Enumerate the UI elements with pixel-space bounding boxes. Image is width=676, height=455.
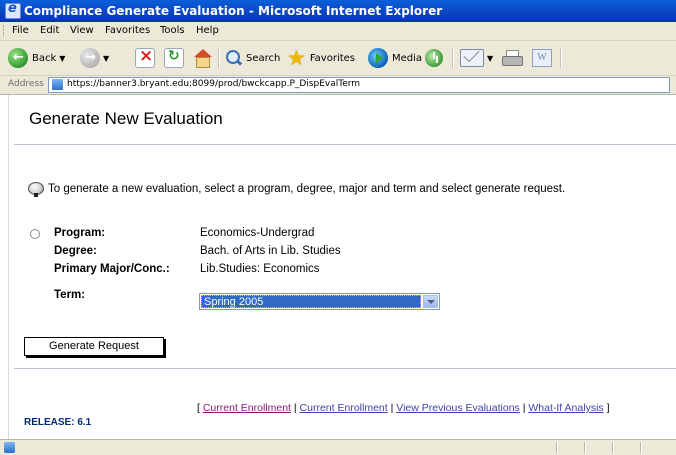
info-message: To generate a new evaluation, select a p… xyxy=(28,182,566,197)
print-icon xyxy=(502,50,523,66)
forward-button[interactable]: → ▼ xyxy=(80,41,109,75)
info-lightbulb-icon xyxy=(28,182,44,197)
menu-favorites[interactable]: Favorites xyxy=(105,25,150,36)
link-current-enrollment-2[interactable]: Current Enrollment xyxy=(300,402,388,414)
generate-request-button[interactable]: Generate Request xyxy=(24,337,164,356)
major-value: Lib.Studies: Economics xyxy=(200,263,320,275)
status-bar xyxy=(0,439,676,455)
page-title: Generate New Evaluation xyxy=(29,109,223,128)
address-input[interactable]: https://banner3.bryant.edu:8099/prod/bwc… xyxy=(48,77,670,93)
mail-icon xyxy=(460,49,484,67)
program-value: Economics-Undergrad xyxy=(200,227,315,239)
back-button[interactable]: ← Back ▼ xyxy=(8,41,65,75)
link-separator: | xyxy=(390,402,394,414)
menu-bar: File Edit View Favorites Tools Help xyxy=(0,22,676,41)
menu-edit[interactable]: Edit xyxy=(40,25,59,36)
back-label: Back xyxy=(32,52,57,64)
page-icon xyxy=(52,79,63,90)
program-radio[interactable] xyxy=(30,229,40,239)
left-border xyxy=(8,95,9,439)
term-label: Term: xyxy=(54,289,86,301)
status-separator xyxy=(612,442,613,453)
menu-file[interactable]: File xyxy=(12,25,29,36)
back-dropdown-icon[interactable]: ▼ xyxy=(59,54,65,63)
search-button[interactable]: Search xyxy=(226,41,280,75)
address-label: Address xyxy=(8,79,44,89)
toolbar-separator xyxy=(560,48,561,68)
stop-icon xyxy=(135,46,155,68)
link-separator: | xyxy=(293,402,297,414)
address-bar: Address https://banner3.bryant.edu:8099/… xyxy=(0,76,676,95)
mail-button[interactable]: ▼ xyxy=(460,41,493,75)
link-view-previous-evaluations[interactable]: View Previous Evaluations xyxy=(396,402,520,414)
history-button[interactable] xyxy=(425,41,443,75)
menu-tools[interactable]: Tools xyxy=(160,25,185,36)
favorites-label: Favorites xyxy=(309,52,355,64)
address-url[interactable]: https://banner3.bryant.edu:8099/prod/bwc… xyxy=(67,79,360,89)
link-what-if-analysis[interactable]: What-If Analysis xyxy=(528,402,603,414)
divider xyxy=(14,144,676,145)
bracket-close: ] xyxy=(606,402,610,414)
link-separator: | xyxy=(522,402,526,414)
toolbar-separator xyxy=(218,48,219,68)
page-status-icon xyxy=(4,442,15,453)
footer-links: [ Current Enrollment | Current Enrollmen… xyxy=(197,402,610,414)
degree-label: Degree: xyxy=(54,245,97,257)
print-button[interactable] xyxy=(502,41,523,75)
stop-button[interactable] xyxy=(135,41,155,75)
back-arrow-icon: ← xyxy=(8,48,28,68)
status-separator xyxy=(556,442,557,453)
status-separator xyxy=(640,442,641,453)
program-label: Program: xyxy=(54,227,106,239)
window-title-bar[interactable]: Compliance Generate Evaluation - Microso… xyxy=(0,0,676,22)
internet-explorer-icon xyxy=(5,1,21,19)
menu-view[interactable]: View xyxy=(70,25,94,36)
major-label: Primary Major/Conc.: xyxy=(54,263,170,275)
page-content: Generate New Evaluation To generate a ne… xyxy=(0,95,676,439)
forward-dropdown-icon[interactable]: ▼ xyxy=(103,54,109,63)
link-current-enrollment[interactable]: Current Enrollment xyxy=(203,402,291,414)
divider xyxy=(14,368,676,369)
refresh-button[interactable] xyxy=(164,41,184,75)
bracket-open: [ xyxy=(197,402,200,414)
menu-help[interactable]: Help xyxy=(196,25,219,36)
edit-word-button[interactable]: W xyxy=(532,41,552,75)
forward-arrow-icon: → xyxy=(80,48,100,68)
media-button[interactable]: Media xyxy=(368,41,422,75)
search-label: Search xyxy=(246,52,281,64)
refresh-icon xyxy=(164,48,184,68)
status-separator xyxy=(584,442,585,453)
term-select[interactable]: Spring 2005 xyxy=(199,293,440,310)
favorites-star-icon: ★ xyxy=(287,46,306,70)
chevron-down-icon[interactable] xyxy=(423,295,438,308)
history-icon xyxy=(425,49,443,67)
home-button[interactable] xyxy=(192,41,212,75)
word-icon: W xyxy=(532,49,552,67)
degree-value: Bach. of Arts in Lib. Studies xyxy=(200,245,341,257)
search-icon xyxy=(226,50,242,66)
media-icon xyxy=(368,48,388,68)
mail-dropdown-icon[interactable]: ▼ xyxy=(487,54,493,63)
release-version: RELEASE: 6.1 xyxy=(24,417,92,428)
standard-toolbar: ← Back ▼ → ▼ Search ★ Favorites Media ▼ … xyxy=(0,41,676,76)
window-title: Compliance Generate Evaluation - Microso… xyxy=(24,4,443,18)
term-selected-value: Spring 2005 xyxy=(201,295,421,308)
info-text: To generate a new evaluation, select a p… xyxy=(48,183,566,196)
home-icon xyxy=(192,49,212,68)
toolbar-separator xyxy=(452,48,453,68)
media-label: Media xyxy=(392,52,423,64)
menu-grip xyxy=(3,25,6,37)
favorites-button[interactable]: ★ Favorites xyxy=(287,41,355,75)
